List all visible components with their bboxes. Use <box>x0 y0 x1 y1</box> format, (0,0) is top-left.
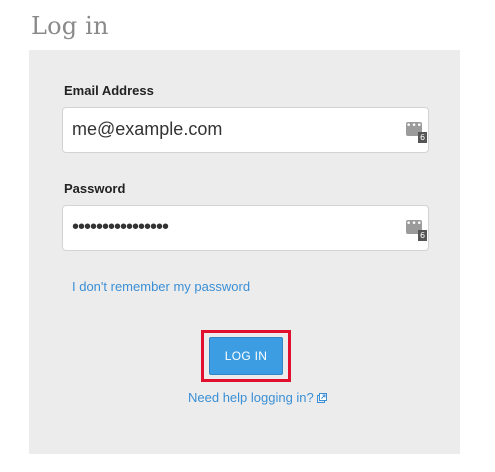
email-value: me@example.com <box>72 119 223 139</box>
help-link-label: Need help logging in? <box>188 390 314 405</box>
password-manager-count: 6 <box>418 132 427 143</box>
email-label: Email Address <box>64 83 154 98</box>
forgot-password-link[interactable]: I don't remember my password <box>72 279 250 294</box>
password-manager-icon[interactable]: ••• 6 <box>406 220 428 242</box>
login-button[interactable]: LOG IN <box>209 337 283 375</box>
password-manager-count: 6 <box>418 230 427 241</box>
password-manager-icon[interactable]: ••• 6 <box>406 122 428 144</box>
page-title: Log in <box>31 12 109 40</box>
help-link[interactable]: Need help logging in? <box>188 390 327 405</box>
external-link-icon <box>316 391 327 403</box>
password-value: •••••••••••••••• <box>72 216 169 238</box>
password-label: Password <box>64 181 126 196</box>
email-field[interactable]: me@example.com ••• 6 <box>62 107 429 153</box>
password-field[interactable]: •••••••••••••••• ••• 6 <box>62 205 429 251</box>
